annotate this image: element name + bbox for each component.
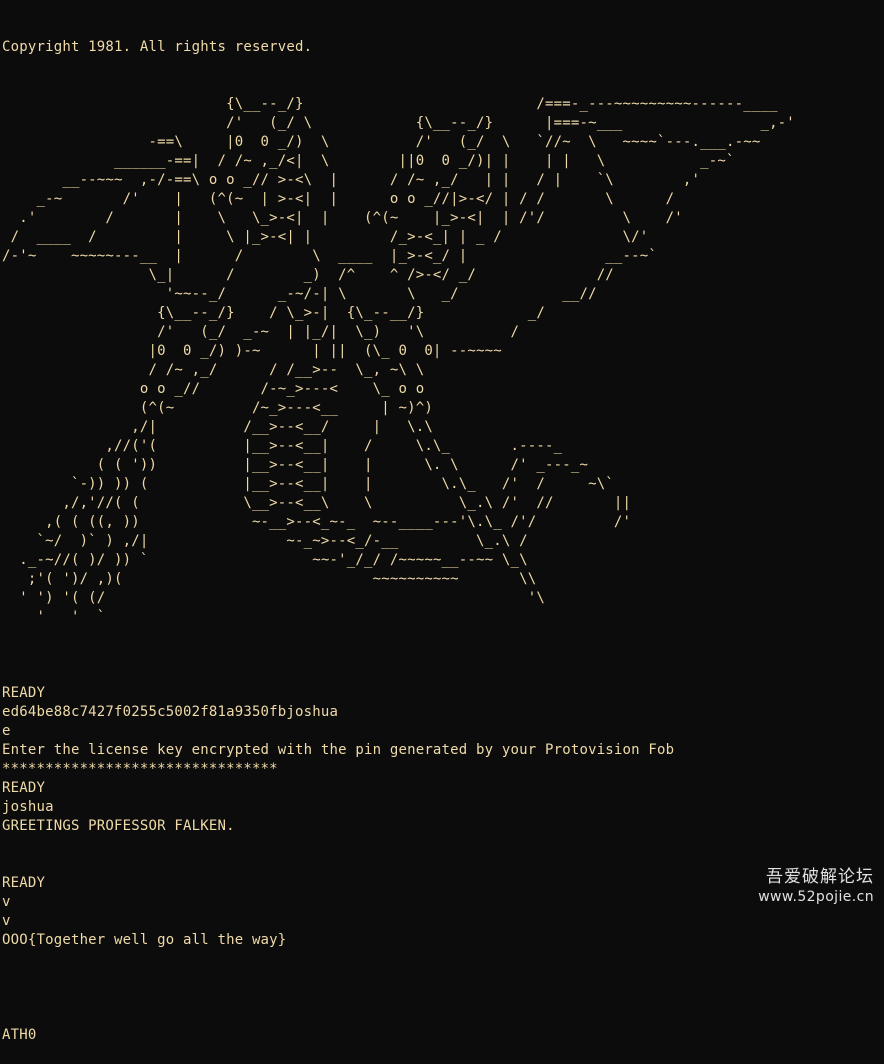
ascii-art-line: |0 0 _/) )-~ | || (\_ 0 0| --~~~~ (2, 343, 502, 359)
ascii-art-line: (^(~ /~_>---<__ | ~)^) (2, 400, 433, 416)
ascii-art-line: \_| / _) /^ ^ />-</ _/ // (2, 267, 614, 283)
terminal-line: READY (2, 685, 46, 701)
ascii-art-line: ,/,'//( ( \__>--<__\ \ \_.\ /' // || (2, 495, 632, 511)
terminal-line: ed64be88c7427f0255c5002f81a9350fbjoshua (2, 704, 339, 720)
terminal-line: e (2, 723, 11, 739)
terminal-line: READY (2, 875, 46, 891)
ascii-art-line: ;'( ')/ ,)( ~~~~~~~~~~ \\ (2, 571, 537, 587)
terminal-session-output: READY ed64be88c7427f0255c5002f81a9350fbjo… (2, 665, 882, 1045)
terminal-line: joshua (2, 799, 54, 815)
ascii-art-line: ._-~//( )/ )) ` ~~-'_/_/ /~~~~~__--~~ \_… (2, 552, 528, 568)
terminal-output[interactable]: Copyright 1981. All rights reserved. {\_… (2, 0, 882, 1043)
ascii-art-line: ' ' ` (2, 609, 106, 625)
ascii-art-line: _-~ /' | (^(~ | >-<| | o o _//|>-</ | / … (2, 191, 675, 207)
ascii-art-line: {\__--_/} / \_>-| {\_--__/} _/ (2, 305, 545, 321)
ascii-art-line: .' / | \ \_>-<| | (^(~ |_>-<| | /'/ \ /' (2, 210, 683, 226)
dragon-ascii-art: {\__--_/} /===-_---~~~~~~~~~------____ /… (2, 95, 882, 627)
terminal-line: Enter the license key encrypted with the… (2, 742, 675, 758)
ascii-art-line: __--~~~ ,-/-==\ o o _// >-<\ | / /~ ,_/ … (2, 172, 701, 188)
ascii-art-line: ' ') '( (/ '\ (2, 590, 545, 606)
ascii-art-line: ______-==| / /~ ,_/<| \ ||0 0 _/)| | | |… (2, 153, 735, 169)
ascii-art-line: ,( ( ((, )) ~-__>--<_~-_ ~--____---'\.\_… (2, 514, 632, 530)
terminal-line: ******************************** (2, 761, 278, 777)
watermark-title: 吾爱破解论坛 (766, 867, 874, 887)
ascii-art-line: /' (_/ \ {\__--_/} |===-~___ _,-' (2, 115, 795, 131)
terminal-line: READY (2, 780, 46, 796)
ascii-art-line: o o _// /-~_>---< \_ o o (2, 381, 425, 397)
terminal-line: GREETINGS PROFESSOR FALKEN. (2, 818, 235, 834)
ascii-art-line: /' (_/ _-~ | |_/| \_) '\ / (2, 324, 520, 340)
ascii-art-line: `~/ )` ) ,/| ~-_~>--<_/-__ \_.\ / (2, 533, 528, 549)
terminal-line: OOO{Together well go all the way} (2, 932, 287, 948)
watermark-url: www.52pojie.cn (758, 889, 874, 905)
ascii-art-line: / ____ / | \ |_>-<| | /_>-<_| | _ / \/' (2, 229, 649, 245)
ascii-art-line: / /~ ,_/ / /__>-- \_, ~\ \ (2, 362, 425, 378)
terminal-line: v (2, 913, 11, 929)
terminal-line: ATH0 (2, 1027, 37, 1043)
ascii-art-line: ( ( ')) |__>--<__| | \. \ /' _---_~ (2, 457, 589, 473)
ascii-art-line: ,//('( |__>--<__| / \.\_ .----_ (2, 438, 563, 454)
ascii-art-line: -==\ |0 0 _/) \ /' (_/ \ `//~ \ ~~~~`---… (2, 134, 761, 150)
ascii-art-line: '~~--_/ _-~/-| \ \ _/ __// (2, 286, 597, 302)
ascii-art-line: /-'~ ~~~~~---__ | / \ ____ |_>-<_/ | __-… (2, 248, 658, 264)
ascii-art-line: ,/| /__>--<__/ | \.\ (2, 419, 433, 435)
ascii-art-line: {\__--_/} /===-_---~~~~~~~~~------____ (2, 96, 778, 112)
copyright-line: Copyright 1981. All rights reserved. (2, 39, 313, 55)
terminal-line: v (2, 894, 11, 910)
ascii-art-line: `-)) )) ( |__>--<__| | \.\_ /' / ~\` (2, 476, 614, 492)
site-watermark: 吾爱破解论坛 www.52pojie.cn (758, 866, 874, 906)
